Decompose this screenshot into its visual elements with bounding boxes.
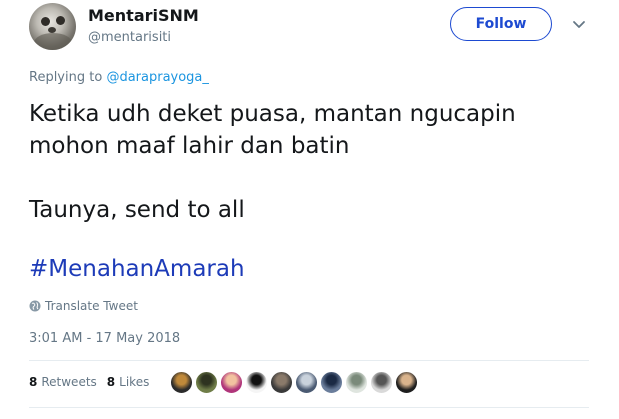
- follow-button[interactable]: Follow: [450, 7, 552, 41]
- liker-avatar[interactable]: [220, 371, 243, 394]
- tweet-timestamp[interactable]: 3:01 AM - 17 May 2018: [29, 331, 180, 346]
- likes-stat[interactable]: 8 Likes: [107, 375, 150, 389]
- user-handle[interactable]: @mentarisiti: [88, 30, 171, 45]
- liker-avatar[interactable]: [245, 371, 268, 394]
- liker-avatar[interactable]: [320, 371, 343, 394]
- avatar[interactable]: [29, 3, 76, 50]
- chevron-down-icon[interactable]: [572, 20, 586, 30]
- replying-to-label: Replying to: [29, 70, 103, 85]
- liker-avatar[interactable]: [295, 371, 318, 394]
- replying-to: Replying to @daraprayoga_: [29, 70, 209, 85]
- tweet-stats: 8 Retweets 8 Likes: [29, 375, 159, 389]
- divider: [29, 360, 589, 361]
- liker-avatar[interactable]: [195, 371, 218, 394]
- hashtag-link[interactable]: #MenahanAmarah: [29, 256, 245, 282]
- display-name[interactable]: MentariSNM: [88, 6, 199, 25]
- translate-label[interactable]: Translate Tweet: [45, 299, 138, 313]
- reply-to-link[interactable]: @daraprayoga_: [106, 70, 208, 85]
- divider: [29, 407, 589, 408]
- liker-avatar[interactable]: [345, 371, 368, 394]
- translate-tweet-link[interactable]: Translate Tweet: [29, 299, 138, 313]
- likes-count: 8: [106, 375, 116, 389]
- liker-avatar[interactable]: [170, 371, 193, 394]
- liker-avatar[interactable]: [270, 371, 293, 394]
- likes-label: Likes: [119, 375, 150, 389]
- likers-avatars: [170, 371, 420, 394]
- retweets-count: 8: [29, 375, 38, 389]
- liker-avatar[interactable]: [370, 371, 393, 394]
- tweet-text: Ketika udh deket puasa, mantan ngucapin …: [29, 101, 516, 223]
- retweets-stat[interactable]: 8 Retweets: [29, 375, 97, 389]
- retweets-label: Retweets: [41, 375, 97, 389]
- globe-icon: [29, 300, 41, 312]
- liker-avatar[interactable]: [395, 371, 418, 394]
